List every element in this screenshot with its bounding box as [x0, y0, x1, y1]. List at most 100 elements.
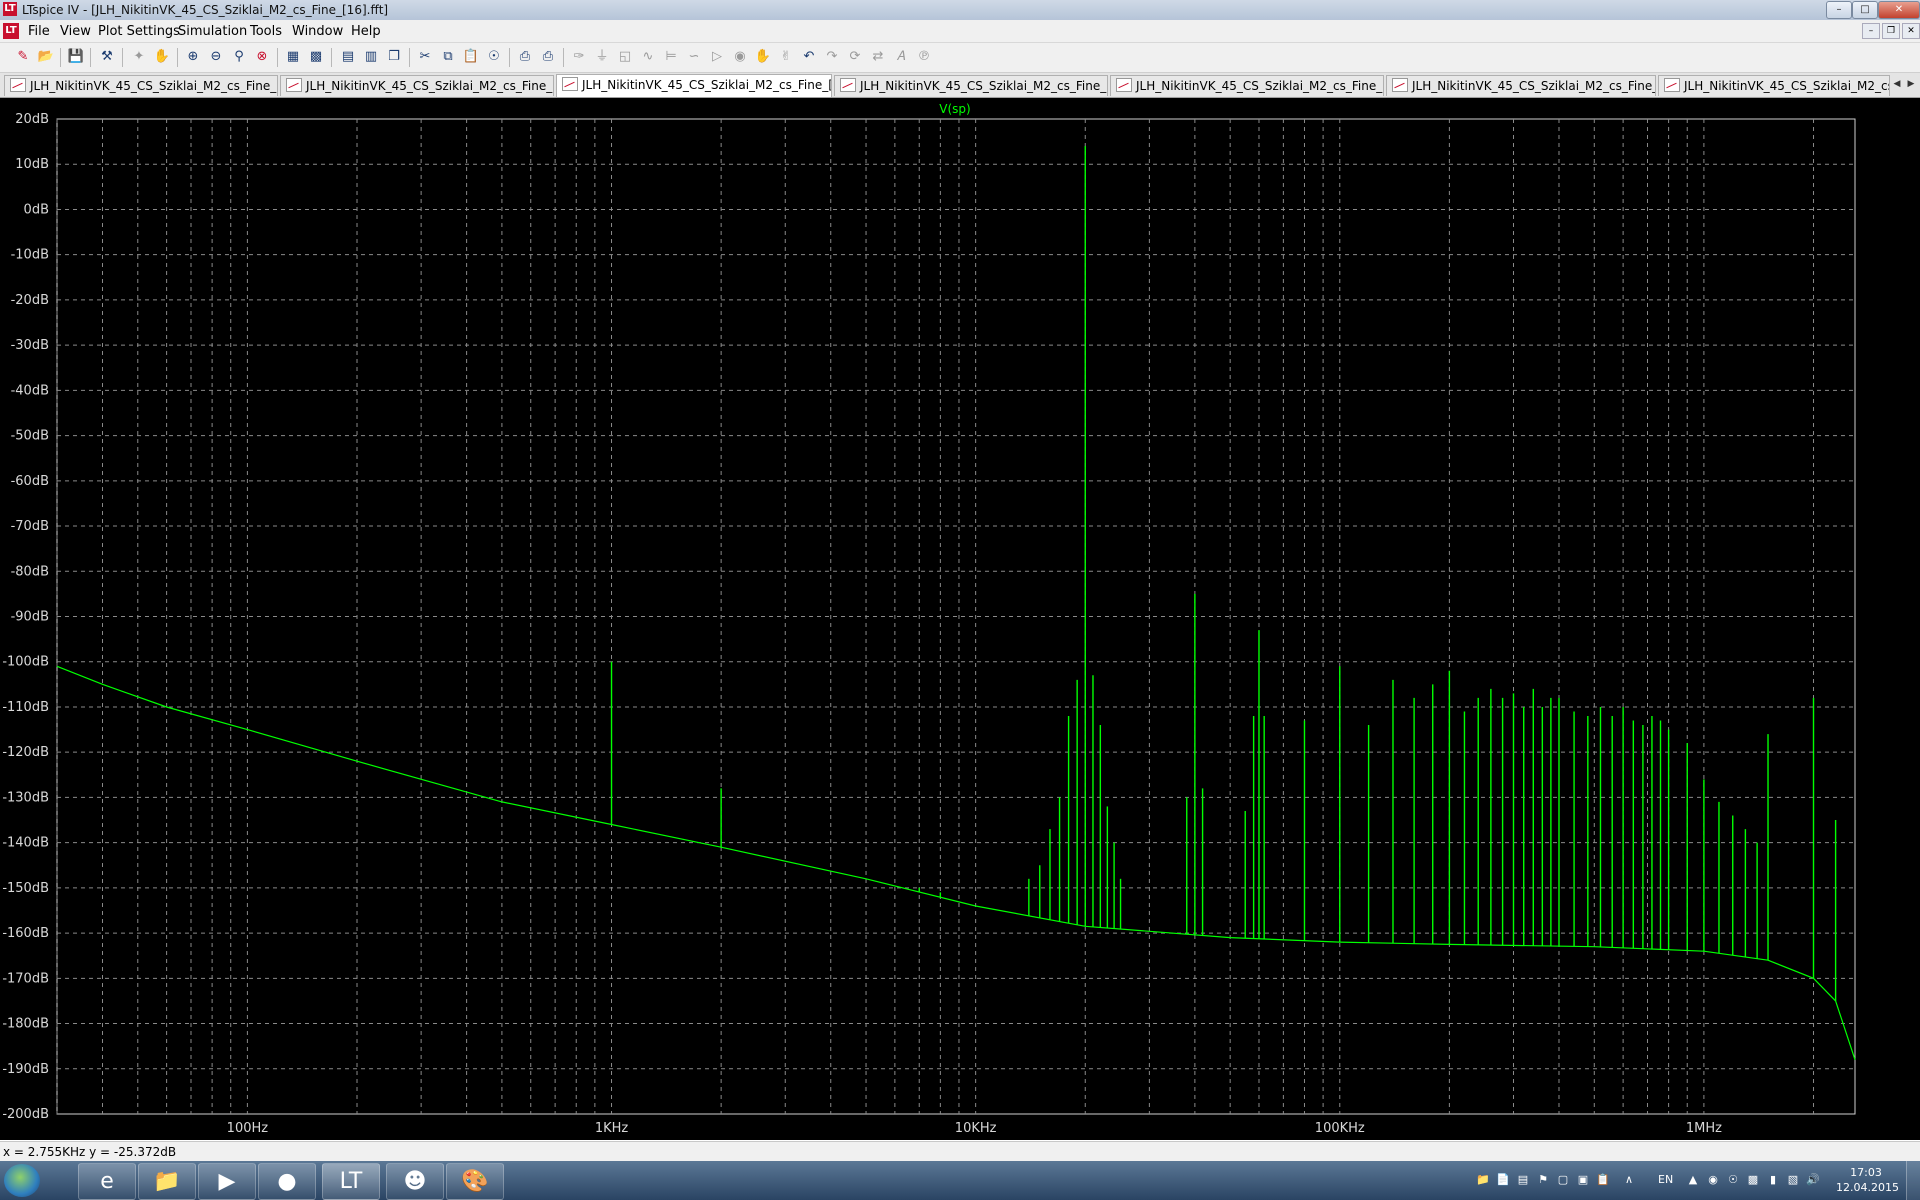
show-desktop-button[interactable] [1906, 1161, 1920, 1200]
tab-scroll-right-icon[interactable]: ▶ [1904, 77, 1918, 91]
trace-name-v-sp[interactable]: V(sp) [939, 102, 970, 116]
clock-date: 12.04.2015 [1836, 1181, 1899, 1194]
redo-icon[interactable]: ↷ [823, 48, 841, 66]
tray-globe-icon[interactable]: ☉ [1726, 1173, 1740, 1187]
tray-volume-icon[interactable]: 🔊 [1806, 1173, 1820, 1187]
menu-file[interactable]: File [28, 24, 50, 39]
menu-simulation[interactable]: Simulation [178, 24, 247, 39]
file-explorer-icon[interactable]: 📁 [138, 1163, 196, 1200]
zoom-fit-icon[interactable]: ⚲ [230, 48, 248, 66]
tab-label: JLH_NikitinVK_45_CS_Sziklai_M2_cs_Fine_[… [1136, 79, 1383, 93]
waveform-viewer[interactable]: 20dB 10dB 0dB -10dB -20dB -30dB -40dB -50dB -60d… [0, 98, 1920, 1140]
zoom-cancel-icon[interactable]: ⊗ [253, 48, 271, 66]
y-tick-label: -40dB [11, 383, 49, 398]
capacitor-icon[interactable]: ⊨ [662, 48, 680, 66]
autorange-icon[interactable]: ▦ [284, 48, 302, 66]
control-panel-icon[interactable]: ⚒ [98, 48, 116, 66]
tab-label: JLH_NikitinVK_45_CS_Sziklai_M2_cs_Fine_[… [860, 79, 1107, 93]
drag-icon[interactable]: ✌ [777, 48, 795, 66]
maximize-button[interactable]: □ [1852, 1, 1878, 19]
document-minimize-button[interactable]: – [1862, 23, 1880, 39]
wire-icon[interactable]: ✑ [570, 48, 588, 66]
new-schematic-icon[interactable]: ✎ [14, 48, 32, 66]
fft-plot[interactable]: 20dB 10dB 0dB -10dB -20dB -30dB -40dB -50dB -60d… [0, 98, 1920, 1140]
tab-label: JLH_NikitinVK_45_CS_Sziklai_M2_cs_Fine_[… [306, 79, 553, 93]
zoom-out-icon[interactable]: ⊖ [207, 48, 225, 66]
diode-icon[interactable]: ▷ [708, 48, 726, 66]
move-icon[interactable]: ✋ [754, 48, 772, 66]
run-icon[interactable]: ✦ [130, 48, 148, 66]
print-preview-icon[interactable]: ⎙ [516, 48, 534, 66]
cut-icon[interactable]: ✂ [416, 48, 434, 66]
document-restore-button[interactable]: ❐ [1882, 23, 1900, 39]
tray-chevron-icon[interactable]: ∧ [1622, 1173, 1636, 1187]
tab-fft-15[interactable]: JLH_NikitinVK_45_CS_Sziklai_M2_cs_Fine_[… [280, 75, 554, 96]
tray-notes-icon[interactable]: 📄 [1496, 1173, 1510, 1187]
tab-fft-1[interactable]: JLH_NikitinVK_45_CS_Sziklai_M2_cs_Fine_[… [1386, 75, 1656, 96]
inductor-icon[interactable]: ∽ [685, 48, 703, 66]
tab-fft-16[interactable]: JLH_NikitinVK_45_CS_Sziklai_M2_cs_Fine_[… [556, 74, 832, 97]
zoom-in-icon[interactable]: ⊕ [184, 48, 202, 66]
tray-network-status-icon[interactable]: ▧ [1786, 1173, 1800, 1187]
y-tick-label: -100dB [2, 655, 49, 670]
tab-scroll-left-icon[interactable]: ◀ [1890, 77, 1904, 91]
tray-update-icon[interactable]: ▩ [1746, 1173, 1760, 1187]
tab-fft-14[interactable]: JLH_NikitinVK_45_CS_Sziklai_M2_cs_Fine_[… [4, 75, 278, 96]
media-player-icon[interactable]: ▶ [198, 1163, 256, 1200]
menu-tools[interactable]: Tools [250, 24, 282, 39]
tab-fft-more[interactable]: JLH_NikitinVK_45_CS_Sziklai_M2_cs_Fine [1658, 75, 1890, 96]
component-icon[interactable]: ◉ [731, 48, 749, 66]
tray-network-icon[interactable]: ▤ [1516, 1173, 1530, 1187]
menu-window[interactable]: Window [292, 24, 343, 39]
y-tick-label: -70dB [11, 519, 49, 534]
ltspice-app-icon[interactable]: LT [3, 2, 17, 16]
tray-antivirus-icon[interactable]: ◉ [1706, 1173, 1720, 1187]
mirror-icon[interactable]: ⇄ [869, 48, 887, 66]
tile-horizontal-icon[interactable]: ▤ [339, 48, 357, 66]
tray-battery-icon[interactable]: ▮ [1766, 1173, 1780, 1187]
media-codec-icon[interactable]: ☻ [386, 1163, 444, 1200]
tray-display-icon[interactable]: ▢ [1556, 1173, 1570, 1187]
internet-explorer-icon[interactable]: e [78, 1163, 136, 1200]
close-button[interactable]: ✕ [1878, 1, 1920, 19]
minimize-button[interactable]: – [1826, 1, 1852, 19]
open-icon[interactable]: 📂 [37, 48, 55, 66]
tray-clipboard-icon[interactable]: 📋 [1596, 1173, 1610, 1187]
resistor-icon[interactable]: ∿ [639, 48, 657, 66]
cascade-icon[interactable]: ❐ [385, 48, 403, 66]
print-icon[interactable]: ⎙ [539, 48, 557, 66]
document-system-menu-icon[interactable]: LT [3, 23, 19, 39]
halt-icon[interactable]: ✋ [153, 48, 171, 66]
menu-view[interactable]: View [60, 24, 91, 39]
start-button[interactable] [4, 1164, 40, 1197]
rotate-icon[interactable]: ⟳ [846, 48, 864, 66]
language-indicator[interactable]: EN [1658, 1173, 1673, 1186]
find-icon[interactable]: ☉ [485, 48, 503, 66]
y-tick-label: 10dB [15, 157, 49, 172]
x-tick-label: 1MHz [1686, 1121, 1722, 1136]
document-close-button[interactable]: ✕ [1902, 23, 1920, 39]
paint-icon[interactable]: 🎨 [446, 1163, 504, 1200]
ltspice-taskbar-icon[interactable]: LT [322, 1163, 380, 1200]
paste-icon[interactable]: 📋 [462, 48, 480, 66]
tray-folder-icon[interactable]: 📁 [1476, 1173, 1490, 1187]
noise-floor-trace [56, 665, 1856, 1060]
tray-monitor-icon[interactable]: ▣ [1576, 1173, 1590, 1187]
label-net-icon[interactable]: ◱ [616, 48, 634, 66]
system-clock[interactable]: 17:03 12.04.2015 [1836, 1165, 1899, 1195]
pick-visible-traces-icon[interactable]: ▩ [307, 48, 325, 66]
spice-directive-icon[interactable]: ℗ [915, 48, 933, 66]
menu-plot-settings[interactable]: Plot Settings [98, 24, 180, 39]
menu-help[interactable]: Help [351, 24, 381, 39]
save-icon[interactable]: 💾 [67, 48, 85, 66]
copy-icon[interactable]: ⧉ [439, 48, 457, 66]
text-icon[interactable]: 𝐴 [892, 48, 910, 66]
tab-fft-18[interactable]: JLH_NikitinVK_45_CS_Sziklai_M2_cs_Fine_[… [1110, 75, 1384, 96]
tile-vertical-icon[interactable]: ▥ [362, 48, 380, 66]
ground-icon[interactable]: ⏚ [593, 48, 611, 66]
undo-icon[interactable]: ↶ [800, 48, 818, 66]
firefox-icon[interactable]: ● [258, 1163, 316, 1200]
tray-flag-icon[interactable]: ⚑ [1536, 1173, 1550, 1187]
tab-fft-17[interactable]: JLH_NikitinVK_45_CS_Sziklai_M2_cs_Fine_[… [834, 75, 1108, 96]
show-hidden-icons-icon[interactable]: ▲ [1686, 1173, 1700, 1187]
